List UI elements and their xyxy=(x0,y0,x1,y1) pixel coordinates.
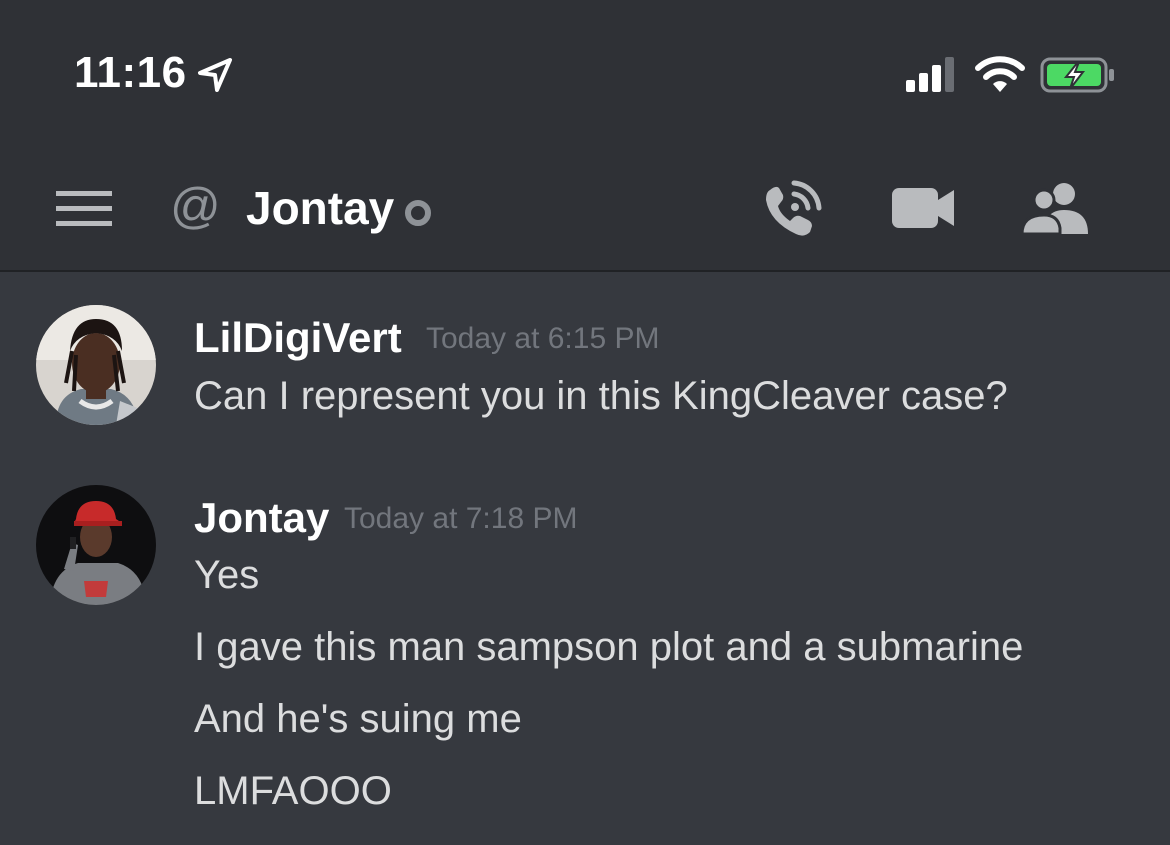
message-text: LMFAOOO xyxy=(194,769,392,813)
wifi-icon xyxy=(975,56,1025,92)
at-icon: @ xyxy=(170,178,221,234)
status-dot-icon xyxy=(405,200,431,226)
status-time: 11:16 xyxy=(74,48,187,97)
battery-charging-icon xyxy=(1040,57,1114,93)
message-timestamp: Today at 7:18 PM xyxy=(344,502,578,535)
message-timestamp: Today at 6:15 PM xyxy=(426,322,660,355)
message-author[interactable]: LilDigiVert xyxy=(194,314,402,362)
location-arrow-icon xyxy=(198,58,232,92)
avatar[interactable] xyxy=(36,485,156,605)
menu-icon[interactable] xyxy=(56,189,112,229)
avatar[interactable] xyxy=(36,305,156,425)
message-author[interactable]: Jontay xyxy=(194,494,329,542)
members-icon[interactable] xyxy=(1022,182,1090,234)
message-text: Can I represent you in this KingCleaver … xyxy=(194,374,1008,418)
top-bar: 11:16 @ Jontay xyxy=(0,0,1170,272)
cellular-signal-icon xyxy=(906,57,954,92)
voice-call-icon[interactable] xyxy=(762,180,822,240)
message-text: And he's suing me xyxy=(194,697,522,741)
message-text: I gave this man sampson plot and a subma… xyxy=(194,625,1024,669)
channel-title[interactable]: Jontay xyxy=(246,180,394,236)
message-text: Yes xyxy=(194,553,260,597)
video-call-icon[interactable] xyxy=(892,186,956,230)
